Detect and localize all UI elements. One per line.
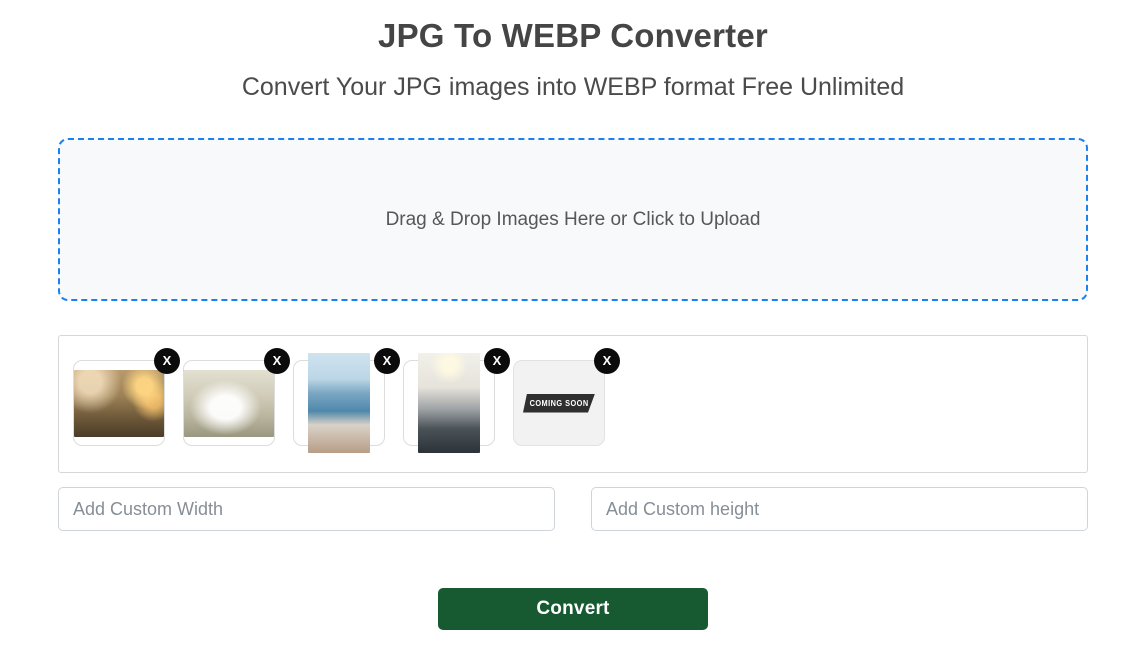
remove-thumbnail-button[interactable]: X [264,348,290,374]
converter-page: JPG To WEBP Converter Convert Your JPG i… [0,0,1146,652]
thumbnail-item: X [403,348,510,453]
thumbnail-card [403,353,495,453]
convert-button-row: Convert [0,588,1146,630]
coming-soon-label: COMING SOON [529,398,589,408]
custom-width-input[interactable] [58,487,555,531]
remove-thumbnail-button[interactable]: X [374,348,400,374]
page-subtitle: Convert Your JPG images into WEBP format… [241,73,905,101]
custom-size-row [58,487,1088,531]
thumbnail-image [184,369,274,437]
thumbnail-item: X [183,348,290,446]
remove-thumbnail-button[interactable]: X [594,348,620,374]
thumbnail-card [293,353,385,453]
thumbnail-card: COMING SOON [513,360,605,446]
page-title: JPG To WEBP Converter [378,17,768,54]
coming-soon-ribbon: COMING SOON [523,394,595,413]
thumbnail-panel: X X X X COMING SOON X [58,335,1088,473]
remove-thumbnail-button[interactable]: X [154,348,180,374]
thumbnail-item: X [73,348,180,446]
convert-button[interactable]: Convert [438,588,708,630]
thumbnail-item: COMING SOON X [513,348,620,446]
thumbnail-card [73,360,165,446]
thumbnail-image [418,353,480,453]
thumbnail-list: X X X X COMING SOON X [73,348,1087,453]
thumbnail-image [74,369,164,437]
thumbnail-item: X [293,348,400,453]
thumbnail-image [308,353,370,453]
dropzone-label: Drag & Drop Images Here or Click to Uplo… [385,208,761,230]
thumbnail-card [183,360,275,446]
remove-thumbnail-button[interactable]: X [484,348,510,374]
custom-height-input[interactable] [591,487,1088,531]
file-dropzone[interactable]: Drag & Drop Images Here or Click to Uplo… [58,138,1088,301]
